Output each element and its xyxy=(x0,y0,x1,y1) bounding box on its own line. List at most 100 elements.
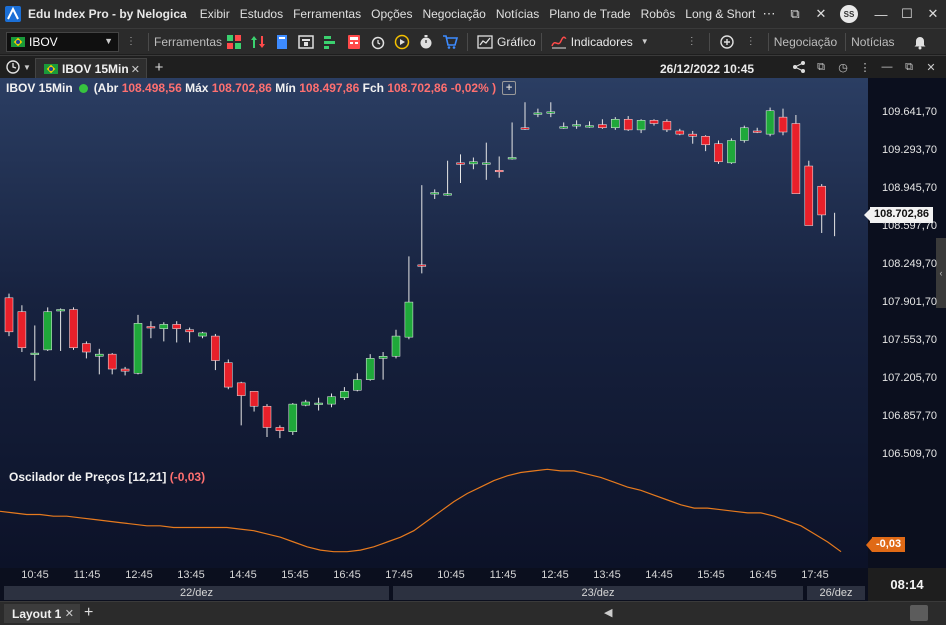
time-tick-label: 12:45 xyxy=(541,569,569,581)
fch-label: Fch xyxy=(362,81,384,95)
price-tick-label: 107.901,70 xyxy=(882,296,938,308)
maximize-icon[interactable]: ☐ xyxy=(894,0,920,28)
toolbar-divider xyxy=(540,32,542,51)
app-window: Edu Index Pro - by Nelogica Exibir Estud… xyxy=(0,0,946,625)
bookmark-icon[interactable] xyxy=(273,33,291,51)
menu-plano-de-trade[interactable]: Plano de Trade xyxy=(544,7,635,21)
more-dots-icon[interactable]: ⋯ xyxy=(756,0,782,28)
time-tick-label: 16:45 xyxy=(333,569,361,581)
play-icon[interactable] xyxy=(393,33,411,51)
ferramentas-label: Ferramentas xyxy=(154,34,223,49)
chart-icon[interactable] xyxy=(476,33,494,51)
max-label: Máx xyxy=(185,81,209,95)
alarm-icon[interactable] xyxy=(369,33,387,51)
share-icon[interactable] xyxy=(788,58,810,76)
oscillator-name: Oscilador de Preços [12,21] xyxy=(9,470,167,484)
tab-label: IBOV 15Min xyxy=(62,62,129,76)
abr-label: (Abr xyxy=(93,81,119,95)
close-icon[interactable]: ✕ xyxy=(920,0,946,28)
chevron-down-icon[interactable]: ▼ xyxy=(636,33,654,51)
restore-icon[interactable]: ⧉ xyxy=(898,58,920,76)
chart-symbol: IBOV 15Min xyxy=(6,81,73,95)
current-datetime: 26/12/2022 10:45 xyxy=(660,62,755,76)
noticias-button[interactable]: Notícias xyxy=(851,35,894,49)
indicator-icon[interactable] xyxy=(550,33,568,51)
price-tick-label: 108.945,70 xyxy=(882,182,938,194)
replay-icon[interactable]: ◷ xyxy=(832,58,854,76)
time-tick-label: 15:45 xyxy=(697,569,725,581)
toolbar-divider xyxy=(708,32,710,51)
toolbar-divider xyxy=(845,32,847,51)
add-layout-icon[interactable]: + xyxy=(84,604,93,622)
window-controls: ⋯ ⧉ ✕ SS — ☐ ✕ xyxy=(756,0,946,28)
app-title: Edu Index Pro - by Nelogica xyxy=(28,7,187,21)
menu-robos[interactable]: Robôs xyxy=(636,7,681,21)
chart-tabbar: ▼ IBOV 15Min ✕ + 26/12/2022 10:45 ⧉ ◷ ⋮ … xyxy=(0,55,946,79)
price-tick-label: 106.857,70 xyxy=(882,410,938,422)
menu-opcoes[interactable]: Opções xyxy=(366,7,417,21)
menu-noticias[interactable]: Notícias xyxy=(491,7,544,21)
menu-long-short[interactable]: Long & Short xyxy=(680,7,760,21)
chevron-left-icon[interactable]: ‹ xyxy=(936,238,946,308)
layout-tab[interactable]: Layout 1 ✕ xyxy=(4,604,80,623)
nelogica-logo-icon[interactable] xyxy=(4,5,22,23)
menu-ferramentas[interactable]: Ferramentas xyxy=(288,7,366,21)
scrollbar-thumb[interactable] xyxy=(910,605,928,621)
cart-icon[interactable] xyxy=(441,33,459,51)
close-small-icon[interactable]: ✕ xyxy=(808,0,834,28)
time-tick-label: 13:45 xyxy=(177,569,205,581)
more-dots-icon[interactable]: ⋮ xyxy=(683,33,701,51)
oscillator-value-tag: -0,03 xyxy=(865,537,906,552)
brazil-flag-icon xyxy=(11,36,25,47)
avatar[interactable]: SS xyxy=(840,5,858,23)
oscillator-value: (-0,03) xyxy=(169,470,206,484)
brazil-flag-icon xyxy=(44,64,58,74)
indicadores-button[interactable]: Indicadores xyxy=(571,35,633,49)
tape-icon[interactable] xyxy=(297,33,315,51)
close-icon[interactable]: ✕ xyxy=(65,607,74,620)
toolbar-divider xyxy=(767,32,769,51)
toolbar-divider xyxy=(467,32,469,51)
oscillator-plot xyxy=(0,468,842,553)
title-bar: Edu Index Pro - by Nelogica Exibir Estud… xyxy=(0,0,946,28)
layout-tab-label: Layout 1 xyxy=(12,606,62,621)
more-dots-icon[interactable]: ⋮ xyxy=(742,33,760,51)
more-dots-icon[interactable]: ⋮ xyxy=(854,58,876,76)
symbol-selector[interactable]: IBOV ▼ xyxy=(6,31,119,52)
price-axis[interactable]: 108.702,86 -0,03 ‹ 109.641,70 109.293,70 1… xyxy=(863,78,946,568)
main-menu: Exibir Estudos Ferramentas Opções Negoci… xyxy=(195,7,761,21)
bell-icon[interactable] xyxy=(911,33,929,51)
menu-estudos[interactable]: Estudos xyxy=(235,7,288,21)
updown-arrows-icon[interactable] xyxy=(249,33,267,51)
screenshot-icon[interactable]: ⧉ xyxy=(810,58,832,76)
more-dots-icon[interactable]: ⋮ xyxy=(122,33,140,51)
tab-ibov-15min[interactable]: IBOV 15Min ✕ xyxy=(35,58,147,79)
menu-exibir[interactable]: Exibir xyxy=(195,7,235,21)
drawing-tools-icon[interactable] xyxy=(225,33,243,51)
date-segment: 23/dez xyxy=(393,586,803,600)
chevron-left-icon[interactable]: ◀ xyxy=(604,606,612,619)
ladder-icon[interactable] xyxy=(321,33,339,51)
price-tick-label: 108.597,70 xyxy=(882,220,938,232)
calculator-icon[interactable] xyxy=(345,33,363,51)
time-tick-label: 10:45 xyxy=(21,569,49,581)
stopwatch-icon[interactable] xyxy=(417,33,435,51)
time-tick-label: 11:45 xyxy=(489,569,517,581)
add-tab-icon[interactable]: + xyxy=(148,58,170,76)
add-window-icon[interactable] xyxy=(718,33,736,51)
minimize-icon[interactable]: — xyxy=(876,58,898,76)
negociacao-button[interactable]: Negociação xyxy=(774,35,837,49)
add-study-icon[interactable]: + xyxy=(502,81,517,95)
time-axis[interactable]: 10:45 11:45 12:45 13:45 14:45 15:45 16:45 17:45… xyxy=(0,568,868,584)
time-tick-label: 15:45 xyxy=(281,569,309,581)
close-icon[interactable]: ✕ xyxy=(920,58,942,76)
minimize-icon[interactable]: — xyxy=(868,0,894,28)
menu-negociacao[interactable]: Negociação xyxy=(417,7,490,21)
toolbar-divider xyxy=(148,32,149,51)
price-chart[interactable]: IBOV 15Min (Abr 108.498,56 Máx 108.702,8… xyxy=(0,78,868,568)
pin-restore-icon[interactable]: ⧉ xyxy=(782,0,808,28)
grafico-button[interactable]: Gráfico xyxy=(497,35,536,49)
price-tick-label: 108.249,70 xyxy=(882,258,938,270)
time-tick-label: 14:45 xyxy=(229,569,257,581)
close-icon[interactable]: ✕ xyxy=(131,63,140,76)
